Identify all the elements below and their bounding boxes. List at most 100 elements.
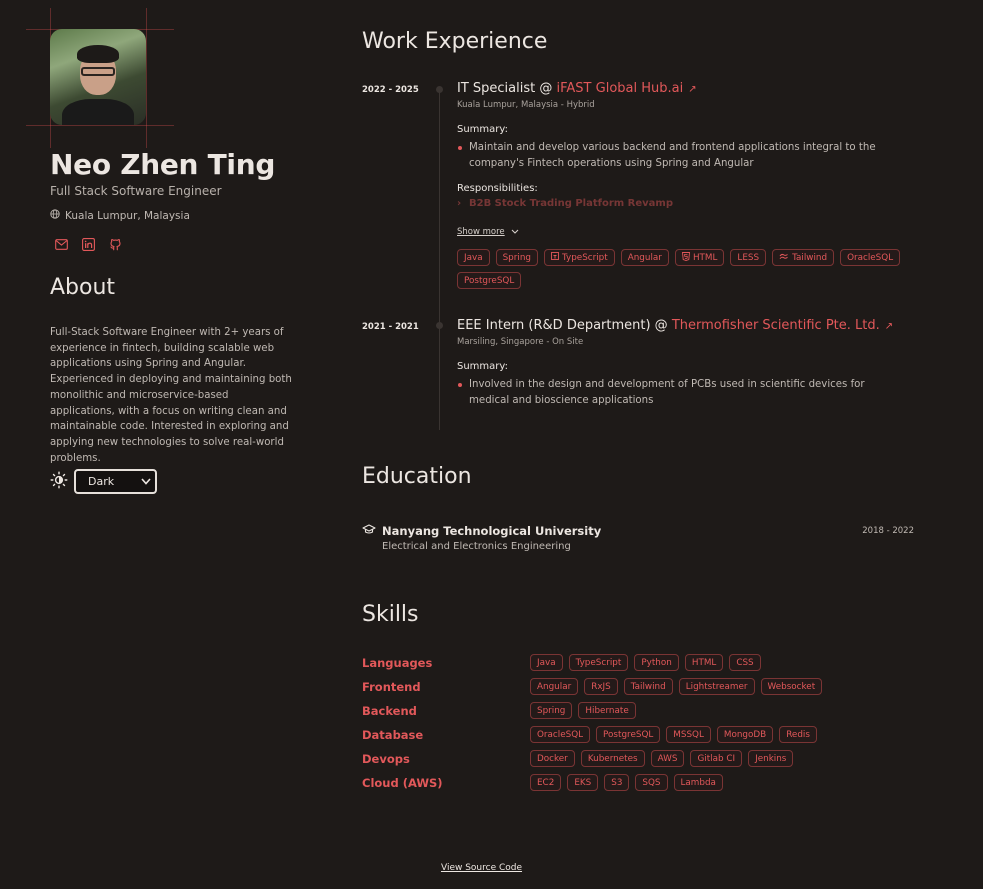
tag: AWS xyxy=(650,750,685,767)
list-item: Involved in the design and development o… xyxy=(458,377,907,408)
tag: Kubernetes xyxy=(580,750,645,767)
tag: Redis xyxy=(779,726,817,743)
job-role: IT Specialist @ xyxy=(457,81,553,96)
profile-location: Kuala Lumpur, Malaysia xyxy=(50,209,190,222)
job-role: EEE Intern (R&D Department) @ xyxy=(457,318,668,333)
tag: Spring xyxy=(530,702,573,719)
theme-switcher: Dark xyxy=(50,469,157,494)
html5-icon xyxy=(681,251,690,264)
tag: Angular xyxy=(530,678,579,695)
mail-icon[interactable] xyxy=(54,237,69,252)
skill-row: Cloud (AWS) EC2 EKS S3 SQS Lambda xyxy=(362,774,822,798)
list-item: Maintain and develop various backend and… xyxy=(458,140,907,171)
skill-tags: Java TypeScript Python HTML CSS xyxy=(530,654,761,671)
skill-category: Languages xyxy=(362,656,433,670)
avatar-frame xyxy=(26,8,174,148)
tag: Jenkins xyxy=(748,750,794,767)
tag: MongoDB xyxy=(716,726,774,743)
tag: Angular xyxy=(620,249,669,266)
show-more-label: Show more xyxy=(457,227,505,237)
tag: LESS xyxy=(730,249,767,266)
tag: Java xyxy=(457,249,490,266)
tag: TypeScript xyxy=(568,654,629,671)
github-icon[interactable] xyxy=(108,237,123,252)
tag: S3 xyxy=(604,774,630,791)
education-years: 2018 - 2022 xyxy=(862,526,914,536)
summary-list: Involved in the design and development o… xyxy=(457,377,907,408)
tag: Tailwind xyxy=(623,678,673,695)
skill-category: Cloud (AWS) xyxy=(362,776,443,790)
footer: View Source Code xyxy=(0,863,963,873)
timeline-dot xyxy=(436,86,443,93)
tag: Docker xyxy=(530,750,575,767)
tag: Lightstreamer xyxy=(678,678,755,695)
tag: Spring xyxy=(495,249,538,266)
skill-category: Frontend xyxy=(362,680,421,694)
skill-row: Frontend Angular RxJS Tailwind Lightstre… xyxy=(362,678,823,702)
responsibility-preview: B2B Stock Trading Platform Revamp xyxy=(457,198,907,209)
education-heading: Education xyxy=(362,464,472,489)
tag: EKS xyxy=(567,774,599,791)
summary-list: Maintain and develop various backend and… xyxy=(457,140,907,171)
school-name: Nanyang Technological University xyxy=(382,524,602,538)
tag: Hibernate xyxy=(578,702,636,719)
view-source-link[interactable]: View Source Code xyxy=(441,863,522,873)
tag: EC2 xyxy=(530,774,562,791)
tag: SQS xyxy=(635,774,668,791)
skill-tags: OracleSQL PostgreSQL MSSQL MongoDB Redis xyxy=(530,726,817,743)
job-years: 2021 - 2021 xyxy=(362,322,419,332)
linkedin-icon[interactable] xyxy=(81,237,96,252)
skills-heading: Skills xyxy=(362,602,419,627)
job-entry: IT Specialist @ iFAST Global Hub.ai ↗ Kua… xyxy=(457,81,907,289)
profile-name: Neo Zhen Ting xyxy=(50,148,276,181)
tech-tags: Java Spring TypeScript Angular HTML LESS… xyxy=(457,249,907,289)
education-entry: Nanyang Technological University Electri… xyxy=(362,524,914,552)
summary-label: Summary: xyxy=(457,124,508,135)
globe-icon xyxy=(50,209,60,222)
external-link-icon[interactable]: ↗ xyxy=(885,321,893,332)
tag: OracleSQL xyxy=(530,726,591,743)
job-location: Marsiling, Singapore - On Site xyxy=(457,337,584,347)
sun-icon xyxy=(50,471,68,493)
skill-category: Database xyxy=(362,728,424,742)
tag: Python xyxy=(634,654,679,671)
profile-title: Full Stack Software Engineer xyxy=(50,184,222,198)
social-links xyxy=(54,237,123,252)
tag: RxJS xyxy=(584,678,618,695)
job-title: EEE Intern (R&D Department) @ Thermofish… xyxy=(457,318,907,333)
location-text: Kuala Lumpur, Malaysia xyxy=(65,209,190,222)
show-more-button[interactable]: Show more xyxy=(457,227,907,237)
skill-tags: Angular RxJS Tailwind Lightstreamer Webs… xyxy=(530,678,823,695)
tag: Lambda xyxy=(673,774,723,791)
responsibilities-label: Responsibilities: xyxy=(457,183,538,194)
tag: TypeScript xyxy=(543,249,615,266)
degree: Electrical and Electronics Engineering xyxy=(382,541,571,552)
skill-tags: Spring Hibernate xyxy=(530,702,636,719)
timeline-dot xyxy=(436,322,443,329)
skill-tags: EC2 EKS S3 SQS Lambda xyxy=(530,774,723,791)
chevron-down-icon xyxy=(141,475,151,488)
tag: MSSQL xyxy=(666,726,711,743)
tag: PostgreSQL xyxy=(596,726,661,743)
skill-row: Backend Spring Hibernate xyxy=(362,702,822,726)
tag: HTML xyxy=(684,654,724,671)
company-link[interactable]: Thermofisher Scientific Pte. Ltd. xyxy=(672,318,880,333)
work-heading: Work Experience xyxy=(362,29,548,54)
skills-table: Languages Java TypeScript Python HTML CS… xyxy=(362,654,823,798)
about-heading: About xyxy=(50,275,116,300)
avatar xyxy=(50,29,146,125)
skill-category: Backend xyxy=(362,704,417,718)
skill-row: Database OracleSQL PostgreSQL MSSQL Mong… xyxy=(362,726,822,750)
tag: PostgreSQL xyxy=(457,272,522,289)
summary-label: Summary: xyxy=(457,361,508,372)
job-location: Kuala Lumpur, Malaysia - Hybrid xyxy=(457,100,595,110)
job-title: IT Specialist @ iFAST Global Hub.ai ↗ xyxy=(457,81,907,96)
theme-select[interactable]: Dark xyxy=(74,469,157,494)
skill-tags: Docker Kubernetes AWS Gitlab CI Jenkins xyxy=(530,750,794,767)
graduation-cap-icon xyxy=(362,524,376,538)
company-link[interactable]: iFAST Global Hub.ai xyxy=(557,81,684,96)
external-link-icon[interactable]: ↗ xyxy=(688,84,696,95)
tag: OracleSQL xyxy=(840,249,901,266)
tag: HTML xyxy=(674,249,725,266)
about-text: Full-Stack Software Engineer with 2+ yea… xyxy=(50,327,292,464)
